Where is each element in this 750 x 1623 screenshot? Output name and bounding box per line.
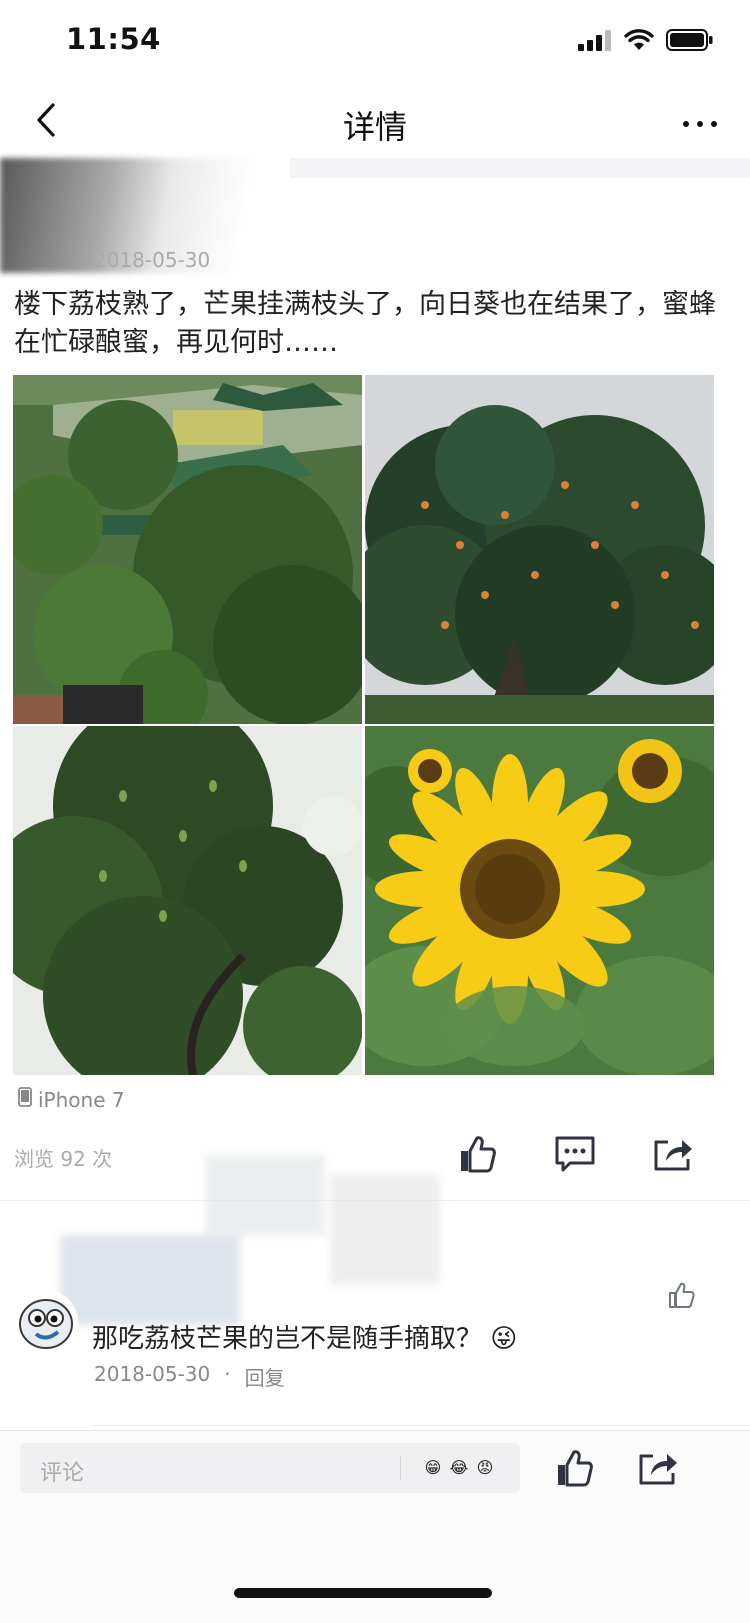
wink-tongue-emoji: 😜 xyxy=(490,1324,518,1354)
comment-bubble-icon xyxy=(554,1135,596,1177)
post-date: 2018-05-30 xyxy=(94,248,211,272)
share-icon xyxy=(652,1135,694,1177)
comment-body: 那吃荔枝芒果的岂不是随手摘取？ xyxy=(92,1324,483,1354)
home-indicator xyxy=(234,1588,492,1598)
redacted-area xyxy=(330,1175,440,1285)
device-name: iPhone 7 xyxy=(38,1087,125,1112)
nav-bar: 详情 xyxy=(0,88,750,158)
redacted-area xyxy=(60,1235,240,1325)
comment-separator xyxy=(92,1425,750,1426)
signal-icon xyxy=(578,29,612,55)
thumbs-up-outline-icon xyxy=(667,1281,695,1313)
battery-icon xyxy=(666,28,714,56)
emoji-shortcuts: 😁 😂 😡 xyxy=(418,1452,496,1482)
like-button[interactable] xyxy=(454,1135,500,1177)
comment-input-placeholder: 评论 xyxy=(40,1461,85,1486)
angry-emoji[interactable]: 😡 xyxy=(470,1452,500,1482)
avatar[interactable] xyxy=(14,1290,78,1354)
page-title: 详情 xyxy=(342,108,407,146)
reply-link[interactable]: 回复 xyxy=(245,1362,285,1391)
meta-separator: · xyxy=(224,1362,231,1386)
comment-like-button[interactable] xyxy=(664,1280,698,1314)
view-count: 浏览 92 次 xyxy=(14,1147,113,1171)
comment-text: 那吃荔枝芒果的岂不是随手摘取？ 😜 xyxy=(92,1318,517,1355)
phone-icon xyxy=(18,1087,32,1112)
more-dots-icon xyxy=(682,113,718,132)
post-text: 楼下荔枝熟了，芒果挂满枝头了，向日葵也在结果了，蜜蜂在忙碌酿蜜，再见何时…… xyxy=(14,289,716,358)
share-icon xyxy=(637,1449,679,1491)
more-button[interactable] xyxy=(676,102,724,142)
photo-grid xyxy=(13,375,714,1075)
comment-date: 2018-05-30 xyxy=(94,1362,211,1386)
header-divider xyxy=(290,158,750,178)
status-bar: 11:54 xyxy=(0,0,750,88)
photo-mango-tree[interactable] xyxy=(13,726,362,1075)
status-time: 11:54 xyxy=(66,22,161,56)
bottom-like-button[interactable] xyxy=(551,1448,597,1492)
status-icons xyxy=(578,28,714,56)
bottom-share-button[interactable] xyxy=(635,1448,681,1492)
device-label: iPhone 7 xyxy=(18,1087,125,1112)
thumbs-up-icon xyxy=(554,1448,594,1492)
photo-aerial-garden[interactable] xyxy=(13,375,362,724)
photo-lychee-tree[interactable] xyxy=(365,375,714,724)
wifi-icon xyxy=(624,29,654,55)
photo-sunflower[interactable] xyxy=(365,726,714,1075)
share-button[interactable] xyxy=(650,1135,696,1177)
input-divider xyxy=(400,1456,401,1480)
redacted-area xyxy=(205,1155,325,1235)
comment-button[interactable] xyxy=(552,1135,598,1177)
thumbs-up-icon xyxy=(457,1134,497,1178)
comment-meta: 2018-05-30 · 回复 xyxy=(94,1362,285,1391)
